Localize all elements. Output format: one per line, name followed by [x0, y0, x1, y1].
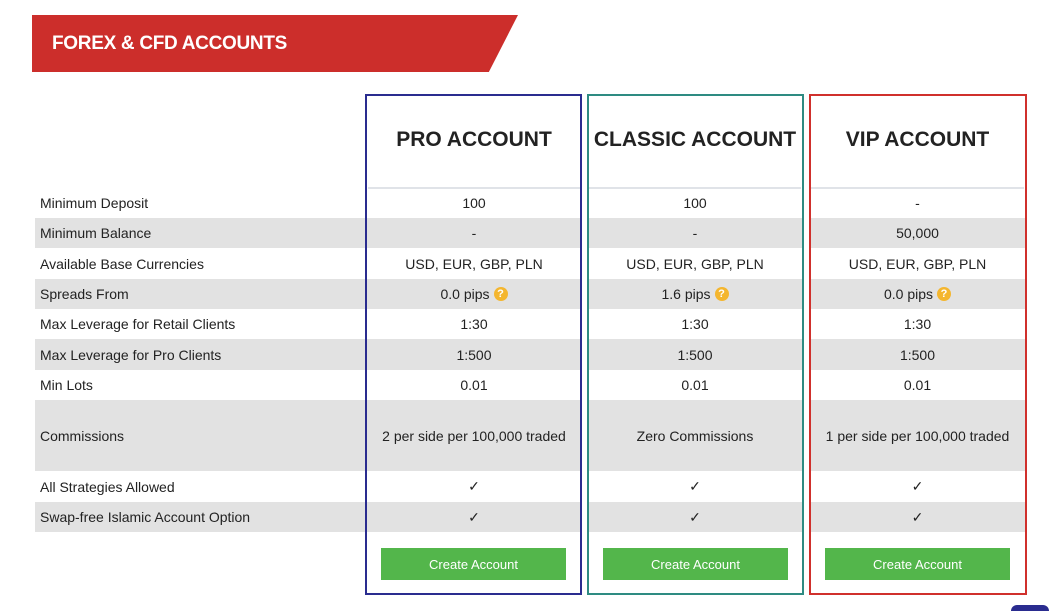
value-text: 100 — [462, 195, 486, 211]
value-text: - — [692, 225, 698, 241]
table-row: Max Leverage for Pro Clients 1:500 1:500 1:… — [35, 339, 1026, 370]
cell-value: Zero Commissions — [587, 400, 803, 471]
cell-value: ✓ — [809, 471, 1026, 502]
table-row: Minimum Balance - - 50,000 — [35, 218, 1026, 248]
value-text: 0.01 — [681, 377, 709, 393]
value-text: ✓ — [911, 508, 924, 525]
cell-value: USD, EUR, GBP, PLN — [809, 248, 1026, 279]
value-text: 1:500 — [456, 346, 492, 363]
value-text: USD, EUR, GBP, PLN — [626, 255, 764, 272]
row-label: Max Leverage for Retail Clients — [40, 316, 236, 332]
cell-value: 1:30 — [809, 309, 1026, 339]
cell-value: - — [809, 188, 1026, 218]
cell-value: - — [587, 218, 803, 248]
row-label: Max Leverage for Pro Clients — [35, 339, 366, 370]
cell-value: ✓ — [587, 502, 803, 532]
cell-value: 2 per side per 100,000 traded — [366, 400, 582, 471]
cell-value: 0.0 pips? — [809, 279, 1026, 309]
value-text: - — [471, 225, 477, 241]
value-text: 0.0 pips — [883, 286, 934, 302]
pro-create-account-button[interactable]: Create Account — [381, 548, 566, 580]
section-title: FOREX & CFD ACCOUNTS — [52, 33, 288, 54]
cell-value: ✓ — [587, 471, 803, 502]
value-text: ✓ — [911, 478, 924, 494]
cell-value: 100 — [366, 188, 582, 218]
cell-value: 50,000 — [809, 218, 1026, 248]
cell-value: ✓ — [366, 502, 582, 532]
table-row: Available Base Currencies USD, EUR, GBP, … — [35, 248, 1026, 279]
pro-account-title: PRO ACCOUNT — [396, 128, 552, 151]
cell-value: 0.01 — [587, 370, 803, 400]
value-text: 0.01 — [460, 377, 488, 393]
chat-widget-button[interactable] — [1011, 605, 1049, 611]
help-icon[interactable]: ? — [493, 287, 508, 301]
help-icon[interactable]: ? — [714, 287, 729, 301]
value-text: 1:500 — [899, 346, 936, 363]
row-label: Available Base Currencies — [40, 255, 204, 272]
cell-value: 1:500 — [366, 339, 582, 370]
cell-value: 0.01 — [366, 370, 582, 400]
row-label: Commissions — [35, 400, 366, 471]
table-row: Minimum Deposit 100 100 - — [35, 188, 1026, 218]
table-row: Spreads From 0.0 pips? 1.6 pips? 0.0 pips? — [35, 279, 1026, 309]
value-text: ✓ — [468, 508, 480, 525]
vip-account-title: VIP ACCOUNT — [845, 128, 990, 151]
cell-value: 1:500 — [809, 339, 1026, 370]
cell-value: 0.01 — [809, 370, 1026, 400]
cell-value: ✓ — [809, 502, 1026, 532]
value-text: 2 per side per 100,000 traded — [382, 427, 566, 444]
cell-value: - — [366, 218, 582, 248]
classic-account-title: CLASSIC ACCOUNT — [593, 128, 797, 151]
table-row: Min Lots 0.01 0.01 0.01 — [35, 370, 1026, 400]
cell-value: 1.6 pips? — [587, 279, 803, 309]
value-text: 1:30 — [681, 316, 709, 332]
value-text: 1:30 — [460, 316, 488, 332]
value-text: 100 — [683, 195, 707, 211]
value-text: ✓ — [468, 478, 480, 494]
table-row: All Strategies Allowed ✓ ✓ ✓ — [35, 471, 1026, 502]
cell-value: 1:30 — [366, 309, 582, 339]
cell-value: 100 — [587, 188, 803, 218]
row-label: Minimum Balance — [35, 218, 366, 248]
table-row: Max Leverage for Retail Clients 1:30 1:30 1… — [35, 309, 1026, 339]
help-icon[interactable]: ? — [937, 287, 952, 301]
value-text: - — [915, 195, 920, 211]
value-text: 1 per side per 100,000 traded — [825, 427, 1010, 444]
section-banner: FOREX & CFD ACCOUNTS — [32, 15, 518, 72]
value-text: 1:30 — [903, 316, 932, 332]
value-text: 0.0 pips — [440, 286, 490, 302]
cell-value: ✓ — [366, 471, 582, 502]
value-text: ✓ — [689, 478, 701, 494]
row-label: Spreads From — [35, 279, 366, 309]
cell-value: USD, EUR, GBP, PLN — [366, 248, 582, 279]
cell-value: 0.0 pips? — [366, 279, 582, 309]
value-text: Zero Commissions — [636, 427, 754, 444]
cell-value: 1:500 — [587, 339, 803, 370]
cell-value: USD, EUR, GBP, PLN — [587, 248, 803, 279]
row-label: Min Lots — [40, 377, 93, 393]
row-label: Swap-free Islamic Account Option — [35, 502, 366, 532]
cell-value: 1 per side per 100,000 traded — [809, 400, 1026, 471]
vip-create-account-button[interactable]: Create Account — [825, 548, 1010, 580]
value-text: ✓ — [689, 508, 701, 525]
row-label: Minimum Deposit — [40, 195, 149, 211]
value-text: USD, EUR, GBP, PLN — [848, 255, 987, 272]
table-row: Commissions 2 per side per 100,000 traded… — [35, 400, 1026, 471]
value-text: USD, EUR, GBP, PLN — [405, 255, 543, 272]
table-row: Swap-free Islamic Account Option ✓ ✓ ✓ — [35, 502, 1026, 532]
value-text: 1.6 pips — [661, 286, 711, 302]
row-label: All Strategies Allowed — [40, 478, 175, 495]
value-text: 50,000 — [896, 225, 939, 241]
cell-value: 1:30 — [587, 309, 803, 339]
classic-create-account-button[interactable]: Create Account — [603, 548, 788, 580]
value-text: 1:500 — [677, 346, 713, 363]
value-text: 0.01 — [903, 377, 932, 393]
